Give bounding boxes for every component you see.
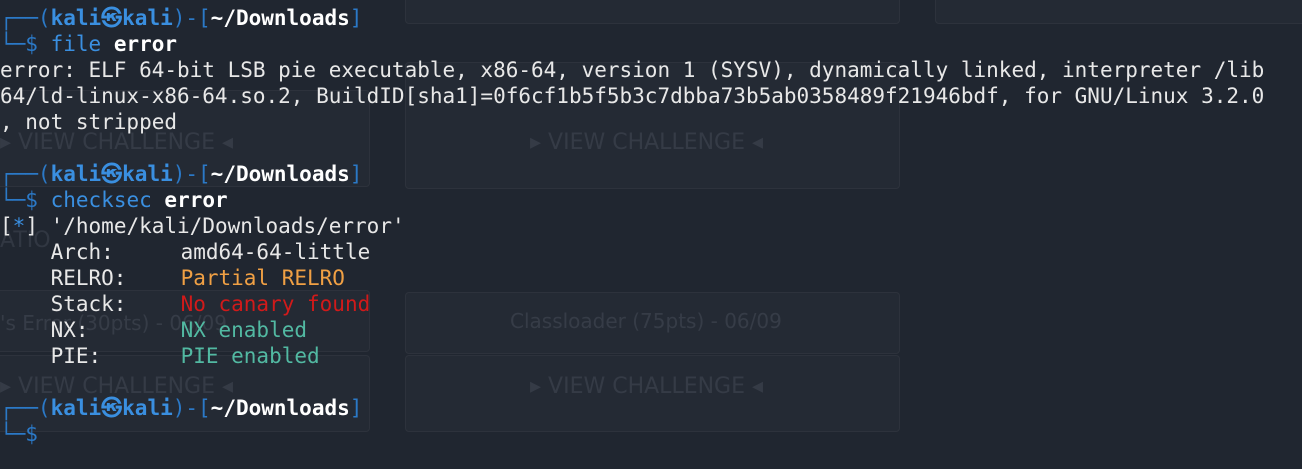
command-name: checksec [50,188,152,212]
command-line: └─$ file error [0,32,178,56]
kali-separator-icon: ㉿ [101,162,123,186]
terminal-output[interactable]: ┌──(kali㉿kali)-[~/Downloads] └─$ file er… [0,5,1302,447]
checksec-relro: RELRO: Partial RELRO [50,266,345,290]
checksec-stack: Stack: No canary found [50,292,371,316]
active-command-line[interactable]: └─$ [0,421,1302,447]
prompt-header: ┌──(kali㉿kali)-[~/Downloads] [0,162,363,186]
checksec-arch: Arch: amd64-64-little [50,240,371,264]
terminal-window[interactable]: ▸ VIEW CHALLENGE ◂ ▸ VIEW CHALLENGE ◂ AT… [0,0,1302,469]
prompt-header: ┌──(kali㉿kali)-[~/Downloads] [0,396,363,420]
checksec-nx: NX: NX enabled [50,318,308,342]
checksec-path-line: [*] '/home/kali/Downloads/error' [0,214,405,238]
output-line: , not stripped [0,110,178,134]
command-argument: error [113,32,178,56]
info-star-icon: * [12,214,26,238]
command-argument: error [164,188,228,212]
prompt-header: ┌──(kali㉿kali)-[~/Downloads] [0,6,363,30]
checksec-pie: PIE: PIE enabled [50,344,320,368]
command-name: file [50,32,102,56]
command-line: └─$ checksec error [0,188,228,212]
output-line: 64/ld-linux-x86-64.so.2, BuildID[sha1]=0… [0,84,1265,108]
kali-separator-icon: ㉿ [101,6,123,30]
kali-separator-icon: ㉿ [101,396,123,420]
output-line: error: ELF 64-bit LSB pie executable, x8… [0,58,1265,82]
